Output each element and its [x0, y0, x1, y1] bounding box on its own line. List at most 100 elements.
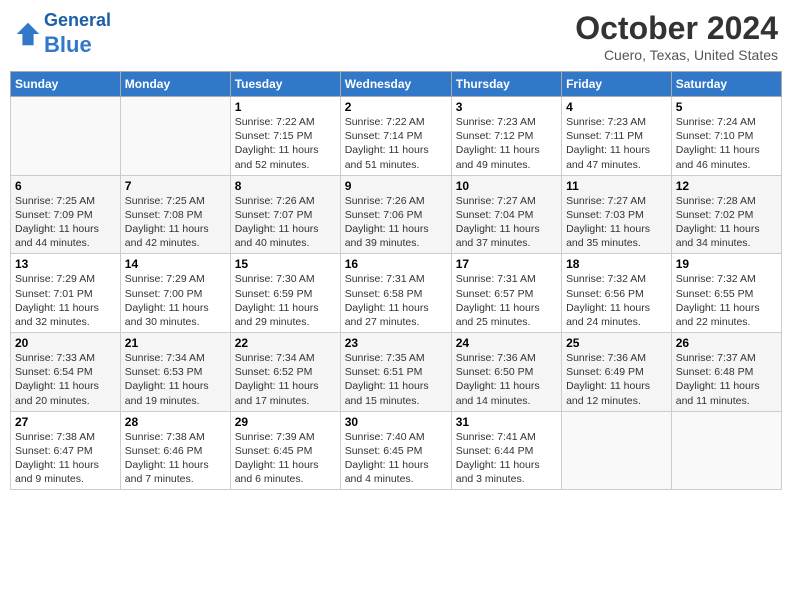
calendar-cell: 5Sunrise: 7:24 AM Sunset: 7:10 PM Daylig…: [671, 97, 781, 176]
day-info: Sunrise: 7:39 AM Sunset: 6:45 PM Dayligh…: [235, 430, 336, 487]
day-info: Sunrise: 7:22 AM Sunset: 7:15 PM Dayligh…: [235, 115, 336, 172]
day-number: 10: [456, 179, 557, 193]
day-info: Sunrise: 7:24 AM Sunset: 7:10 PM Dayligh…: [676, 115, 777, 172]
day-number: 18: [566, 257, 667, 271]
weekday-header: Friday: [562, 72, 672, 97]
page-header: General Blue October 2024 Cuero, Texas, …: [10, 10, 782, 63]
day-number: 26: [676, 336, 777, 350]
calendar-cell: 13Sunrise: 7:29 AM Sunset: 7:01 PM Dayli…: [11, 254, 121, 333]
day-info: Sunrise: 7:38 AM Sunset: 6:46 PM Dayligh…: [125, 430, 226, 487]
day-number: 7: [125, 179, 226, 193]
day-number: 20: [15, 336, 116, 350]
calendar-cell: 23Sunrise: 7:35 AM Sunset: 6:51 PM Dayli…: [340, 333, 451, 412]
day-info: Sunrise: 7:30 AM Sunset: 6:59 PM Dayligh…: [235, 272, 336, 329]
calendar-cell: 31Sunrise: 7:41 AM Sunset: 6:44 PM Dayli…: [451, 411, 561, 490]
day-info: Sunrise: 7:37 AM Sunset: 6:48 PM Dayligh…: [676, 351, 777, 408]
calendar-cell: 17Sunrise: 7:31 AM Sunset: 6:57 PM Dayli…: [451, 254, 561, 333]
day-info: Sunrise: 7:31 AM Sunset: 6:58 PM Dayligh…: [345, 272, 447, 329]
day-info: Sunrise: 7:28 AM Sunset: 7:02 PM Dayligh…: [676, 194, 777, 251]
weekday-header: Tuesday: [230, 72, 340, 97]
day-info: Sunrise: 7:29 AM Sunset: 7:01 PM Dayligh…: [15, 272, 116, 329]
location: Cuero, Texas, United States: [575, 47, 778, 63]
calendar-cell: 24Sunrise: 7:36 AM Sunset: 6:50 PM Dayli…: [451, 333, 561, 412]
day-number: 1: [235, 100, 336, 114]
calendar-cell: 18Sunrise: 7:32 AM Sunset: 6:56 PM Dayli…: [562, 254, 672, 333]
calendar-cell: 12Sunrise: 7:28 AM Sunset: 7:02 PM Dayli…: [671, 175, 781, 254]
calendar-cell: 28Sunrise: 7:38 AM Sunset: 6:46 PM Dayli…: [120, 411, 230, 490]
day-number: 29: [235, 415, 336, 429]
calendar-cell: 20Sunrise: 7:33 AM Sunset: 6:54 PM Dayli…: [11, 333, 121, 412]
calendar-cell: 29Sunrise: 7:39 AM Sunset: 6:45 PM Dayli…: [230, 411, 340, 490]
calendar-cell: [562, 411, 672, 490]
day-info: Sunrise: 7:33 AM Sunset: 6:54 PM Dayligh…: [15, 351, 116, 408]
day-number: 21: [125, 336, 226, 350]
calendar-cell: 4Sunrise: 7:23 AM Sunset: 7:11 PM Daylig…: [562, 97, 672, 176]
day-info: Sunrise: 7:31 AM Sunset: 6:57 PM Dayligh…: [456, 272, 557, 329]
calendar-cell: 1Sunrise: 7:22 AM Sunset: 7:15 PM Daylig…: [230, 97, 340, 176]
calendar-cell: 19Sunrise: 7:32 AM Sunset: 6:55 PM Dayli…: [671, 254, 781, 333]
logo-icon: [14, 20, 42, 48]
day-number: 23: [345, 336, 447, 350]
calendar-cell: [671, 411, 781, 490]
calendar-cell: 30Sunrise: 7:40 AM Sunset: 6:45 PM Dayli…: [340, 411, 451, 490]
calendar-cell: 2Sunrise: 7:22 AM Sunset: 7:14 PM Daylig…: [340, 97, 451, 176]
weekday-header: Wednesday: [340, 72, 451, 97]
calendar-cell: 10Sunrise: 7:27 AM Sunset: 7:04 PM Dayli…: [451, 175, 561, 254]
day-info: Sunrise: 7:29 AM Sunset: 7:00 PM Dayligh…: [125, 272, 226, 329]
day-number: 28: [125, 415, 226, 429]
day-info: Sunrise: 7:27 AM Sunset: 7:03 PM Dayligh…: [566, 194, 667, 251]
calendar-cell: 14Sunrise: 7:29 AM Sunset: 7:00 PM Dayli…: [120, 254, 230, 333]
day-number: 12: [676, 179, 777, 193]
day-number: 13: [15, 257, 116, 271]
day-info: Sunrise: 7:32 AM Sunset: 6:55 PM Dayligh…: [676, 272, 777, 329]
title-block: October 2024 Cuero, Texas, United States: [575, 10, 778, 63]
day-info: Sunrise: 7:34 AM Sunset: 6:52 PM Dayligh…: [235, 351, 336, 408]
calendar-cell: [120, 97, 230, 176]
day-info: Sunrise: 7:41 AM Sunset: 6:44 PM Dayligh…: [456, 430, 557, 487]
calendar-week-row: 1Sunrise: 7:22 AM Sunset: 7:15 PM Daylig…: [11, 97, 782, 176]
day-info: Sunrise: 7:34 AM Sunset: 6:53 PM Dayligh…: [125, 351, 226, 408]
calendar-cell: 8Sunrise: 7:26 AM Sunset: 7:07 PM Daylig…: [230, 175, 340, 254]
calendar-cell: 3Sunrise: 7:23 AM Sunset: 7:12 PM Daylig…: [451, 97, 561, 176]
day-info: Sunrise: 7:25 AM Sunset: 7:08 PM Dayligh…: [125, 194, 226, 251]
day-number: 9: [345, 179, 447, 193]
day-number: 16: [345, 257, 447, 271]
calendar-week-row: 27Sunrise: 7:38 AM Sunset: 6:47 PM Dayli…: [11, 411, 782, 490]
day-info: Sunrise: 7:35 AM Sunset: 6:51 PM Dayligh…: [345, 351, 447, 408]
day-number: 19: [676, 257, 777, 271]
calendar-cell: 15Sunrise: 7:30 AM Sunset: 6:59 PM Dayli…: [230, 254, 340, 333]
day-number: 11: [566, 179, 667, 193]
calendar-cell: 16Sunrise: 7:31 AM Sunset: 6:58 PM Dayli…: [340, 254, 451, 333]
day-number: 25: [566, 336, 667, 350]
calendar-cell: 26Sunrise: 7:37 AM Sunset: 6:48 PM Dayli…: [671, 333, 781, 412]
weekday-header: Saturday: [671, 72, 781, 97]
day-number: 22: [235, 336, 336, 350]
day-number: 27: [15, 415, 116, 429]
day-info: Sunrise: 7:23 AM Sunset: 7:11 PM Dayligh…: [566, 115, 667, 172]
calendar-cell: 22Sunrise: 7:34 AM Sunset: 6:52 PM Dayli…: [230, 333, 340, 412]
day-info: Sunrise: 7:26 AM Sunset: 7:06 PM Dayligh…: [345, 194, 447, 251]
logo-text: General Blue: [44, 10, 111, 58]
calendar-cell: [11, 97, 121, 176]
calendar-cell: 27Sunrise: 7:38 AM Sunset: 6:47 PM Dayli…: [11, 411, 121, 490]
logo: General Blue: [14, 10, 111, 58]
day-number: 14: [125, 257, 226, 271]
day-info: Sunrise: 7:40 AM Sunset: 6:45 PM Dayligh…: [345, 430, 447, 487]
calendar-week-row: 20Sunrise: 7:33 AM Sunset: 6:54 PM Dayli…: [11, 333, 782, 412]
day-number: 3: [456, 100, 557, 114]
day-number: 4: [566, 100, 667, 114]
day-info: Sunrise: 7:25 AM Sunset: 7:09 PM Dayligh…: [15, 194, 116, 251]
calendar-cell: 9Sunrise: 7:26 AM Sunset: 7:06 PM Daylig…: [340, 175, 451, 254]
day-number: 8: [235, 179, 336, 193]
calendar-table: SundayMondayTuesdayWednesdayThursdayFrid…: [10, 71, 782, 490]
day-number: 15: [235, 257, 336, 271]
weekday-header-row: SundayMondayTuesdayWednesdayThursdayFrid…: [11, 72, 782, 97]
day-info: Sunrise: 7:23 AM Sunset: 7:12 PM Dayligh…: [456, 115, 557, 172]
calendar-cell: 6Sunrise: 7:25 AM Sunset: 7:09 PM Daylig…: [11, 175, 121, 254]
day-number: 2: [345, 100, 447, 114]
weekday-header: Thursday: [451, 72, 561, 97]
day-number: 6: [15, 179, 116, 193]
calendar-week-row: 6Sunrise: 7:25 AM Sunset: 7:09 PM Daylig…: [11, 175, 782, 254]
month-title: October 2024: [575, 10, 778, 47]
calendar-week-row: 13Sunrise: 7:29 AM Sunset: 7:01 PM Dayli…: [11, 254, 782, 333]
